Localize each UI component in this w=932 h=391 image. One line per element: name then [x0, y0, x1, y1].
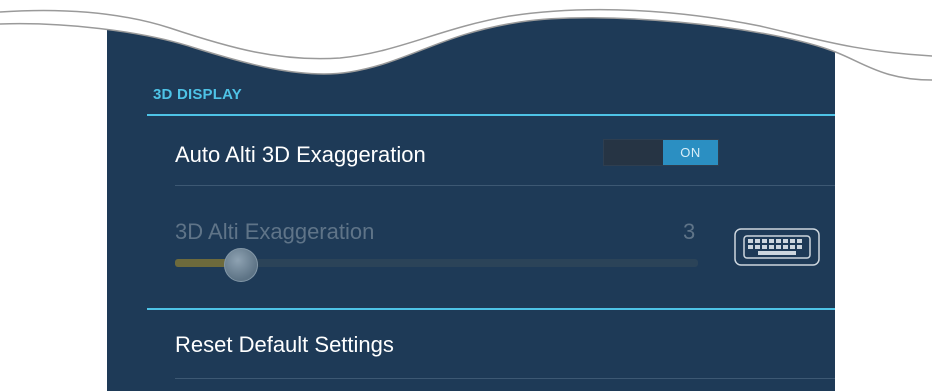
row-divider	[175, 185, 835, 186]
toggle-on-indicator: ON	[663, 140, 718, 165]
row-divider-bottom	[175, 378, 835, 379]
exaggeration-slider-thumb[interactable]	[224, 248, 258, 282]
keyboard-icon[interactable]	[734, 228, 820, 266]
exaggeration-label: 3D Alti Exaggeration	[175, 219, 375, 244]
reset-default-settings-button[interactable]: Reset Default Settings	[175, 332, 394, 358]
auto-exaggeration-toggle[interactable]: ON	[603, 139, 719, 166]
exaggeration-value: 3	[683, 219, 696, 244]
auto-exaggeration-label: Auto Alti 3D Exaggeration	[175, 142, 426, 167]
section-title: 3D DISPLAY	[153, 86, 242, 103]
section-divider-bottom	[147, 308, 835, 310]
section-divider	[147, 114, 835, 116]
